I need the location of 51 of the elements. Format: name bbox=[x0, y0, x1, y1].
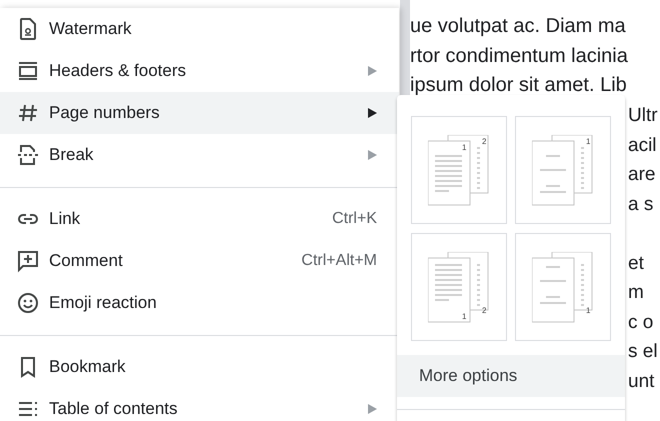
page-numbers-drawing bbox=[532, 252, 592, 322]
page-numbers-drawing bbox=[428, 252, 488, 322]
menu-item[interactable]: Emoji reaction bbox=[0, 282, 399, 324]
menu-item[interactable]: Bookmark bbox=[0, 346, 399, 388]
page-number-option[interactable]: 1 bbox=[515, 116, 611, 224]
document-text: ipsum dolor sit amet. Lib bbox=[410, 74, 627, 96]
menu-label: Page numbers bbox=[49, 102, 161, 124]
document-text: acil bbox=[628, 134, 657, 156]
page-number-text: 1 bbox=[462, 142, 466, 152]
page-number-option[interactable]: 1 bbox=[515, 233, 611, 341]
document-text: ue volutpat ac. Diam ma bbox=[410, 15, 626, 37]
page-break-icon bbox=[16, 143, 40, 167]
page-number-text: 1 bbox=[586, 306, 590, 314]
add-comment-icon bbox=[16, 249, 40, 273]
page-number-text: 2 bbox=[482, 306, 486, 314]
page-number-text: 1 bbox=[462, 312, 466, 320]
menu-label: Emoji reaction bbox=[49, 292, 158, 314]
menu-item[interactable]: Page numbers bbox=[0, 92, 399, 134]
menu-item[interactable]: Watermark bbox=[0, 8, 399, 50]
menu-label: Watermark bbox=[49, 18, 132, 40]
document-text: are bbox=[628, 164, 656, 185]
menu-item[interactable]: Break bbox=[0, 134, 399, 176]
page-numbers-drawing bbox=[532, 134, 592, 205]
menu-label: Link bbox=[49, 208, 82, 230]
menu-item[interactable]: Comment Ctrl+Alt+M bbox=[0, 240, 399, 282]
document-text: a s bbox=[628, 194, 654, 214]
shortcut-text: Ctrl+Alt+M bbox=[301, 251, 377, 271]
document-text: unt bbox=[628, 370, 654, 392]
menu-label: Break bbox=[49, 144, 94, 166]
menu-label: Headers & footers bbox=[49, 60, 188, 82]
menu-label: Comment bbox=[49, 250, 124, 272]
page-number-text: 2 bbox=[482, 136, 486, 146]
menu-item[interactable]: Headers & footers bbox=[0, 50, 399, 92]
menu-label: Table of contents bbox=[49, 398, 179, 420]
document-text: s el bbox=[628, 341, 658, 362]
page-numbers-drawing bbox=[428, 134, 488, 205]
document-text: c o bbox=[628, 312, 654, 332]
menu-item[interactable]: Table of contents bbox=[0, 388, 399, 421]
menu-item[interactable]: More options bbox=[397, 355, 625, 397]
page-number-option[interactable]: 1 2 bbox=[411, 116, 507, 224]
menu-label: Bookmark bbox=[49, 356, 127, 378]
page-number-option[interactable]: 1 2 bbox=[411, 233, 507, 341]
menu-item[interactable]: Link Ctrl+K bbox=[0, 198, 399, 240]
header-icon bbox=[16, 59, 40, 83]
document-text: m bbox=[628, 282, 644, 303]
document-text: et bbox=[628, 252, 644, 274]
document-text: rtor condimentum lacinia bbox=[410, 44, 628, 66]
shortcut-text: Ctrl+K bbox=[332, 209, 377, 229]
smiley-icon bbox=[16, 291, 40, 315]
page-number-text: 1 bbox=[586, 136, 590, 146]
document-text: Ultr bbox=[628, 105, 658, 126]
